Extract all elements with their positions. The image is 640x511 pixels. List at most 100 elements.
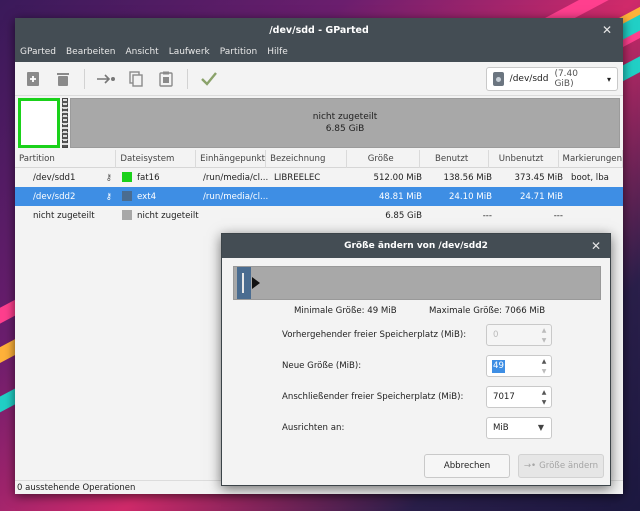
col-filesystem[interactable]: Dateisystem <box>116 149 197 168</box>
diskmap-sdd1[interactable] <box>18 98 60 148</box>
following-space-label: Anschließender freier Speicherplatz (MiB… <box>282 392 464 402</box>
dialog-title: Größe ändern von /dev/sdd2 <box>344 241 488 251</box>
partition-name: /dev/sdd1 <box>33 172 76 183</box>
label: LIBREELEC <box>274 172 321 183</box>
chevron-down-icon: ▼ <box>541 336 547 344</box>
mountpoint: /run/media/cl... <box>203 191 269 202</box>
window-title: /dev/sdd - GParted <box>269 24 369 36</box>
size: 48.81 MiB <box>378 191 422 202</box>
preceding-space-stepper: ▲▼ <box>486 324 552 346</box>
apply-button[interactable] <box>197 67 221 91</box>
used: 138.56 MiB <box>443 172 493 183</box>
filesystem-color-swatch <box>122 191 132 201</box>
chevron-down-icon: ▾ <box>606 74 611 84</box>
new-size-row: Neue Größe (MiB): 49 ▲ ▼ <box>282 355 612 377</box>
resize-dialog: Größe ändern von /dev/sdd2 ✕ Minimale Gr… <box>221 233 611 486</box>
align-select[interactable]: MiB ▼ <box>486 417 552 439</box>
apply-icon <box>201 71 217 86</box>
diskmap-sdd2[interactable] <box>62 98 68 148</box>
col-used[interactable]: Benutzt <box>420 149 489 168</box>
partition-table: Partition Dateisystem Einhängepunkt Beze… <box>15 149 624 225</box>
menu-partition[interactable]: Partition <box>220 47 258 57</box>
chevron-up-icon: ▲ <box>541 326 547 334</box>
table-row[interactable]: /dev/sdd1 ⚷ fat16 /run/media/cl... LIBRE… <box>15 168 623 187</box>
chevron-down-icon[interactable]: ▼ <box>542 399 547 406</box>
filesystem: nicht zugeteilt <box>137 211 199 221</box>
new-size-stepper[interactable]: 49 ▲ ▼ <box>486 355 552 377</box>
resize-bar <box>233 266 601 300</box>
cancel-button[interactable]: Abbrechen <box>424 454 510 478</box>
preceding-space-label: Vorhergehender freier Speicherplatz (MiB… <box>282 330 467 340</box>
close-icon[interactable]: ✕ <box>599 22 615 38</box>
filesystem-color-swatch <box>122 210 132 220</box>
resize-button-label: Größe ändern <box>539 461 599 471</box>
device-selector[interactable]: /dev/sdd (7.40 GiB) ▾ <box>486 67 618 91</box>
used: 24.10 MiB <box>448 191 492 202</box>
col-size[interactable]: Größe <box>347 149 420 168</box>
filesystem: ext4 <box>137 192 157 202</box>
filesystem: fat16 <box>137 173 160 183</box>
menubar: GParted Bearbeiten Ansicht Laufwerk Part… <box>15 42 623 62</box>
window-titlebar: /dev/sdd - GParted ✕ <box>15 18 623 42</box>
align-label: Ausrichten an: <box>282 423 345 433</box>
menu-hilfe[interactable]: Hilfe <box>267 47 287 57</box>
chevron-down-icon[interactable]: ▼ <box>542 368 547 375</box>
filesystem-color-swatch <box>122 172 132 182</box>
disk-icon <box>493 72 504 86</box>
following-space-stepper[interactable]: ▲▼ <box>486 386 552 408</box>
toolbar-separator <box>187 68 188 89</box>
align-row: Ausrichten an: MiB ▼ <box>282 417 612 439</box>
menu-laufwerk[interactable]: Laufwerk <box>169 47 210 57</box>
delete-partition-icon <box>57 72 69 86</box>
close-icon[interactable]: ✕ <box>588 238 604 254</box>
chevron-up-icon[interactable]: ▲ <box>542 389 547 396</box>
paste-button[interactable] <box>154 67 178 91</box>
table-row[interactable]: nicht zugeteilt nicht zugeteilt 6.85 GiB… <box>15 206 623 225</box>
table-row[interactable]: /dev/sdd2 ⚷ ext4 /run/media/cl... 48.81 … <box>15 187 623 206</box>
col-label[interactable]: Bezeichnung <box>266 149 347 168</box>
partition-block[interactable] <box>237 267 251 299</box>
dialog-titlebar: Größe ändern von /dev/sdd2 ✕ <box>222 234 610 258</box>
resize-button[interactable]: →• Größe ändern <box>518 454 604 478</box>
preceding-space-input <box>487 326 537 344</box>
key-icon: ⚷ <box>105 191 112 202</box>
device-name: /dev/sdd <box>509 74 549 84</box>
menu-ansicht[interactable]: Ansicht <box>125 47 158 57</box>
align-value: MiB <box>493 423 509 433</box>
col-partition[interactable]: Partition <box>15 149 117 168</box>
max-size: Maximale Größe: 7066 MiB <box>429 306 546 316</box>
col-mountpoint[interactable]: Einhängepunkt <box>196 149 267 168</box>
mountpoint: /run/media/cl... <box>203 172 269 183</box>
new-partition-button[interactable] <box>21 67 45 91</box>
menu-bearbeiten[interactable]: Bearbeiten <box>66 47 115 57</box>
following-space-input[interactable] <box>487 388 537 406</box>
chevron-down-icon: ▼ <box>537 423 544 432</box>
col-flags[interactable]: Markierungen <box>559 149 624 168</box>
toolbar-separator <box>84 68 85 89</box>
size: 512.00 MiB <box>373 172 423 183</box>
delete-partition-button[interactable] <box>51 67 75 91</box>
min-size: Minimale Größe: 49 MiB <box>294 306 397 316</box>
table-header: Partition Dateisystem Einhängepunkt Beze… <box>15 149 624 168</box>
unused: 373.45 MiB <box>514 172 564 183</box>
new-partition-icon <box>27 71 39 86</box>
menu-gparted[interactable]: GParted <box>20 47 56 57</box>
col-unused[interactable]: Unbenutzt <box>489 149 559 168</box>
resize-move-icon <box>97 73 115 84</box>
new-size-label: Neue Größe (MiB): <box>282 361 362 371</box>
unused: --- <box>553 210 563 221</box>
copy-button[interactable] <box>124 67 148 91</box>
following-space-row: Anschließender freier Speicherplatz (MiB… <box>282 386 612 408</box>
unallocated-size: 6.85 GiB <box>325 124 365 134</box>
device-size: (7.40 GiB) <box>554 69 578 89</box>
partition-name: nicht zugeteilt <box>33 210 95 221</box>
new-size-value[interactable]: 49 <box>492 360 505 373</box>
resize-handle-arrow-icon[interactable] <box>252 277 260 289</box>
resize-move-button[interactable] <box>94 67 118 91</box>
diskmap-unallocated[interactable]: nicht zugeteilt 6.85 GiB <box>70 98 620 148</box>
chevron-up-icon[interactable]: ▲ <box>542 358 547 365</box>
disk-map: nicht zugeteilt 6.85 GiB <box>15 96 623 150</box>
key-icon: ⚷ <box>105 172 112 183</box>
unused: 24.71 MiB <box>519 191 563 202</box>
partition-name: /dev/sdd2 <box>33 191 76 202</box>
